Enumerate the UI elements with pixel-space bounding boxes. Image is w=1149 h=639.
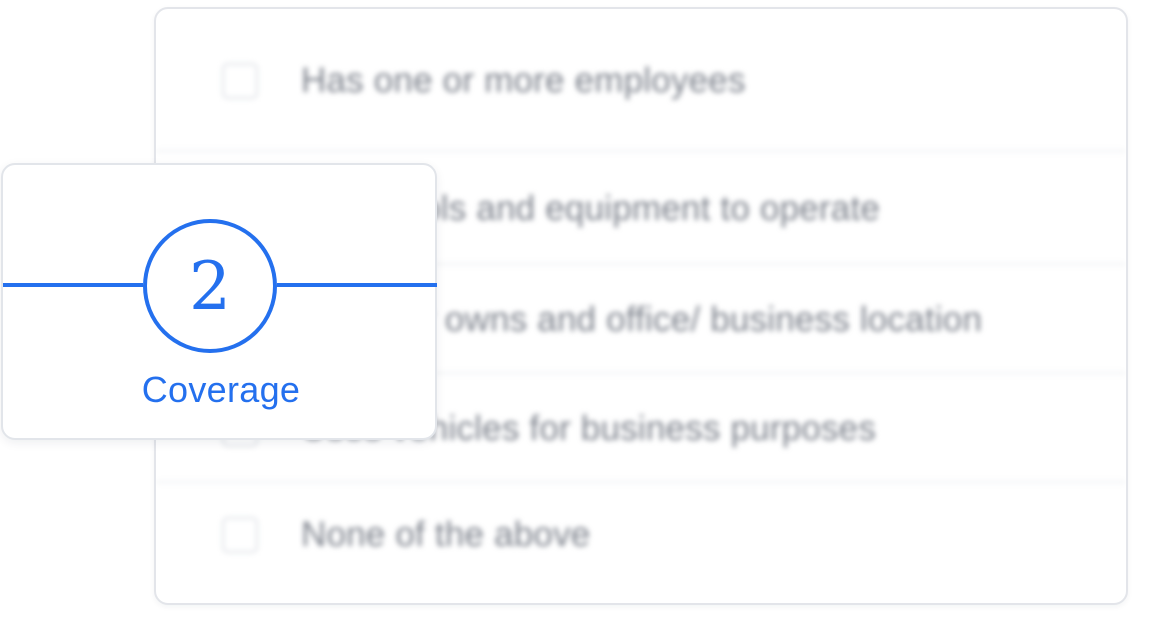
progress-line-right — [277, 283, 437, 287]
stage: Has one or more employees Uses tools and… — [0, 0, 1149, 639]
option-none-row[interactable]: None of the above — [156, 483, 1126, 587]
step-number: 2 — [189, 248, 231, 325]
option-label: Has one or more employees — [301, 60, 746, 100]
checkbox-icon[interactable] — [222, 62, 258, 99]
step-card: 2 Coverage — [1, 163, 437, 440]
option-employees-row[interactable]: Has one or more employees — [156, 9, 1126, 152]
option-label: None of the above — [301, 515, 591, 554]
checkbox-icon[interactable] — [222, 517, 258, 553]
step-title: Coverage — [141, 369, 301, 410]
progress-line-left — [3, 283, 143, 287]
step-number-circle: 2 — [143, 219, 277, 353]
